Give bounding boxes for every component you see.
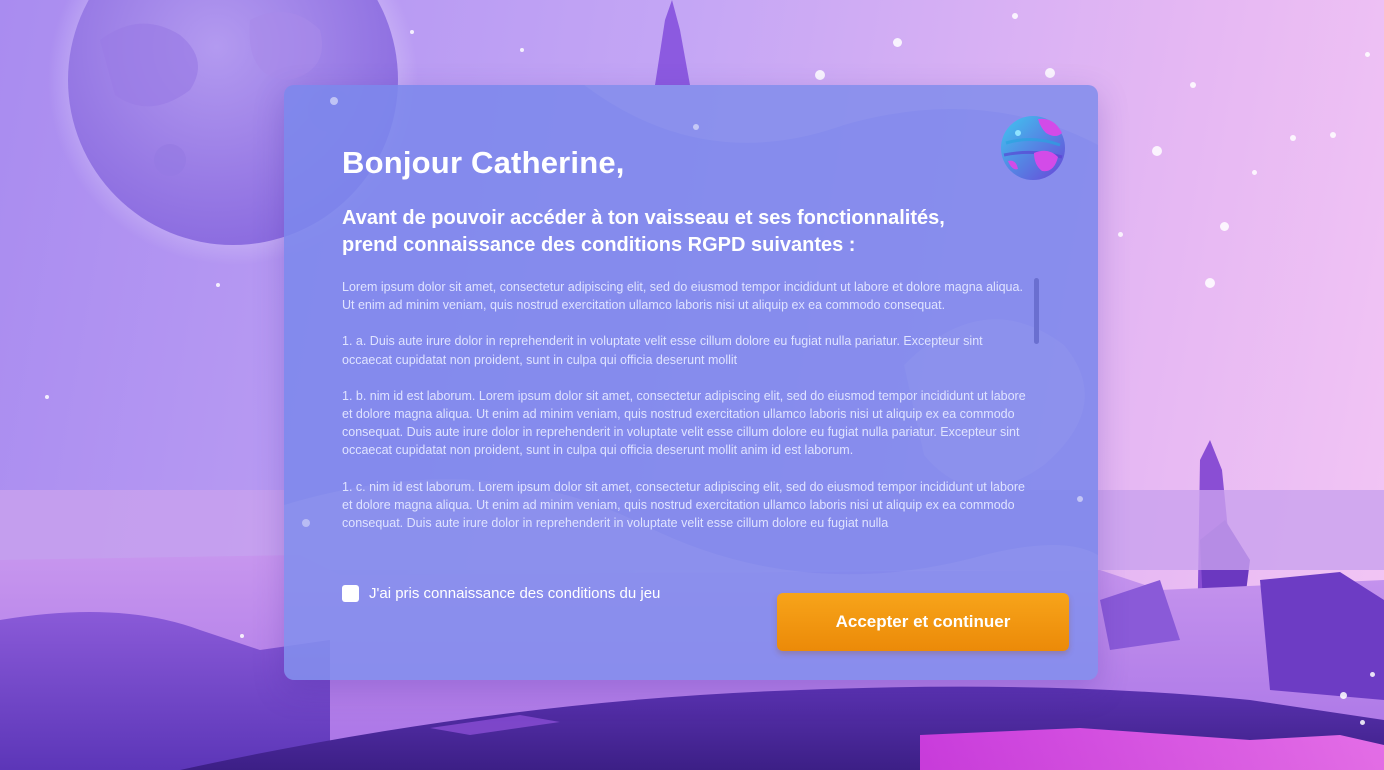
terms-paragraph: 1. c. nim id est laborum. Lorem ipsum do…	[342, 479, 1025, 531]
accept-continue-button[interactable]: Accepter et continuer	[777, 593, 1069, 651]
consent-label: J'ai pris connaissance des conditions du…	[369, 585, 661, 602]
scrollbar-thumb[interactable]	[1034, 278, 1039, 344]
terms-scrollbar[interactable]	[1034, 278, 1039, 550]
terms-paragraph: 1. b. nim id est laborum. Lorem ipsum do…	[342, 388, 1026, 458]
consent-checkbox[interactable]	[342, 585, 359, 602]
greeting-title: Bonjour Catherine,	[342, 145, 625, 180]
gdpr-intro-subtitle: Avant de pouvoir accéder à ton vaisseau …	[342, 207, 945, 256]
consent-checkbox-row[interactable]: J'ai pris connaissance des conditions du…	[342, 585, 660, 602]
terms-paragraph: 1. a. Duis aute irure dolor in reprehend…	[342, 334, 983, 367]
terms-paragraph: Lorem ipsum dolor sit amet, consectetur …	[342, 280, 1023, 313]
gdpr-consent-card: Bonjour Catherine, Avant de pouvoir accé…	[284, 85, 1098, 680]
planet-icon	[1001, 116, 1065, 180]
gdpr-terms-text[interactable]: Lorem ipsum dolor sit amet, consectetur …	[342, 278, 1032, 550]
